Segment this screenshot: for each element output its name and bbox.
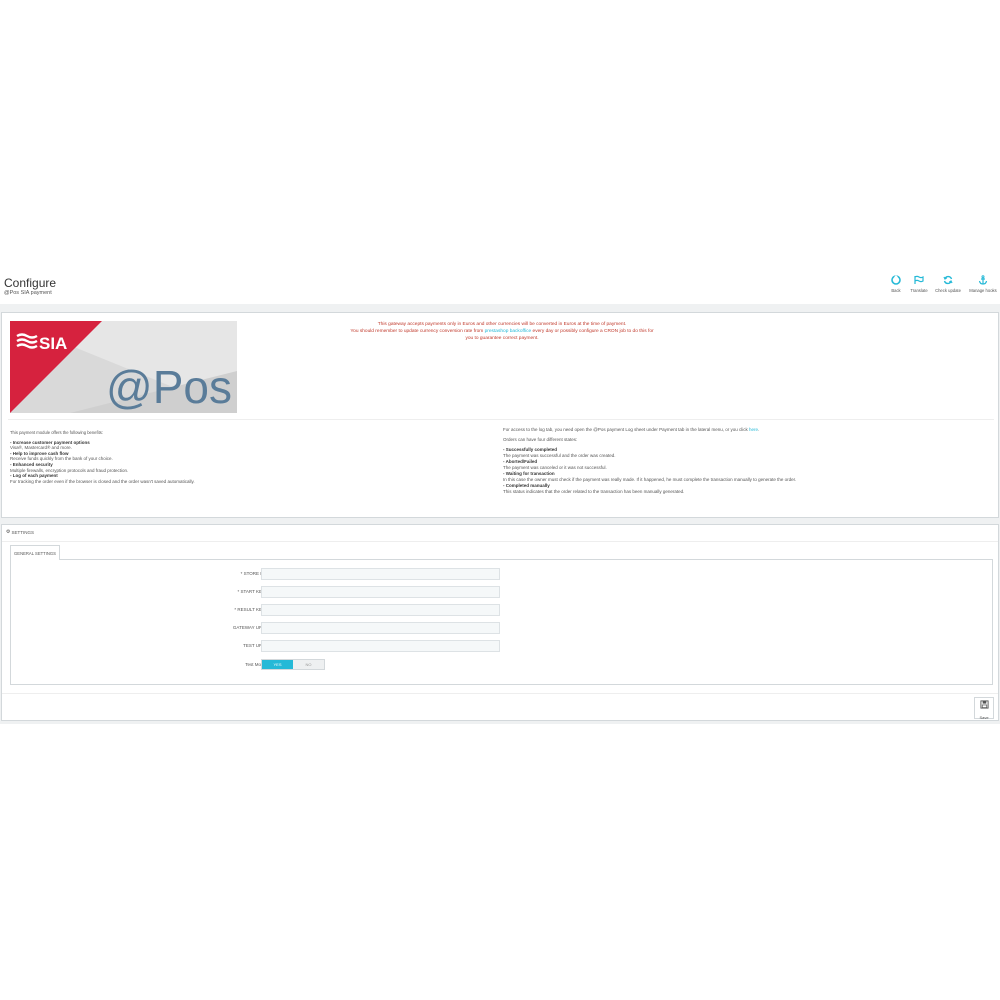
breadcrumb: @Pos SIA payment (4, 290, 52, 296)
settings-panel: ⚙ SETTINGS GENERAL SETTINGS * STORE ID: … (1, 524, 999, 721)
save-button[interactable]: Save (974, 696, 994, 720)
notice-line-1: This gateway accepts payments only in Eu… (377, 322, 627, 327)
general-settings-form: * STORE ID: * START KEY: * RESULT KEY: G… (10, 559, 993, 685)
start-key-row: * START KEY: (11, 586, 511, 599)
settings-divider (2, 541, 998, 542)
refresh-icon (942, 274, 954, 286)
footer-divider (2, 693, 998, 694)
result-key-input[interactable] (261, 604, 500, 616)
page-header: Configure @Pos SIA payment Back Translat… (0, 272, 1000, 304)
save-label: Save (979, 715, 989, 720)
manage-hooks-button[interactable]: Manage hooks (966, 274, 1000, 293)
flag-icon (913, 274, 925, 286)
start-key-input[interactable] (261, 586, 500, 598)
store-id-row: * STORE ID: (11, 568, 511, 581)
gateway-url-row: GATEWAY URL: (11, 622, 511, 635)
test-url-input[interactable] (261, 640, 500, 652)
log-here-link[interactable]: here (749, 427, 758, 432)
test-mode-toggle[interactable]: YES NO (261, 659, 325, 670)
back-button[interactable]: Back (885, 274, 907, 293)
test-url-row: TEST URL: (11, 640, 511, 653)
result-key-row: * RESULT KEY: (11, 604, 511, 617)
order-states-list: For access to the log tab, you need open… (503, 427, 983, 495)
pos-product-text: @Pos (106, 361, 232, 413)
module-info-panel: SIA @Pos This gateway accepts payments o… (1, 312, 999, 518)
currency-notice: This gateway accepts payments only in Eu… (322, 321, 682, 342)
sia-brand-text: SIA (39, 334, 67, 353)
logo-graphic: SIA @Pos (10, 321, 237, 413)
back-label: Back (891, 288, 901, 293)
test-mode-no[interactable]: NO (293, 660, 324, 669)
test-mode-yes[interactable]: YES (262, 660, 293, 669)
check-update-label: Check update (935, 288, 961, 293)
check-update-button[interactable]: Check update (931, 274, 965, 293)
page-title: Configure (4, 276, 57, 290)
floppy-icon (979, 696, 989, 714)
benefits-intro: This payment module offers the following… (10, 430, 104, 435)
translate-button[interactable]: Translate (908, 274, 930, 293)
benefits-list: This payment module offers the following… (10, 430, 450, 484)
sia-pos-logo: SIA @Pos (10, 321, 237, 413)
list-item-desc: For tracking the order even if the brows… (10, 478, 195, 484)
list-item-desc: This status indicates that the order rel… (503, 489, 685, 494)
backoffice-link[interactable]: prestashop backoffice (485, 329, 532, 334)
gear-icon: ⚙ (6, 529, 11, 535)
notice-line-3: you to guarantee correct payment. (465, 336, 539, 341)
manage-hooks-label: Manage hooks (969, 288, 997, 293)
notice-line-2: You should remember to update currency c… (350, 329, 654, 334)
store-id-input[interactable] (261, 568, 500, 580)
tab-general-settings[interactable]: GENERAL SETTINGS (10, 545, 60, 560)
gateway-url-input[interactable] (261, 622, 500, 634)
back-icon (890, 274, 902, 286)
toolbar: Back Translate Check update Manage hooks (884, 274, 1000, 293)
translate-label: Translate (910, 288, 928, 293)
settings-heading: ⚙ SETTINGS (6, 529, 34, 535)
anchor-icon (977, 274, 989, 286)
section-divider (8, 419, 994, 420)
test-mode-row: Test Mode YES NO (11, 659, 511, 672)
